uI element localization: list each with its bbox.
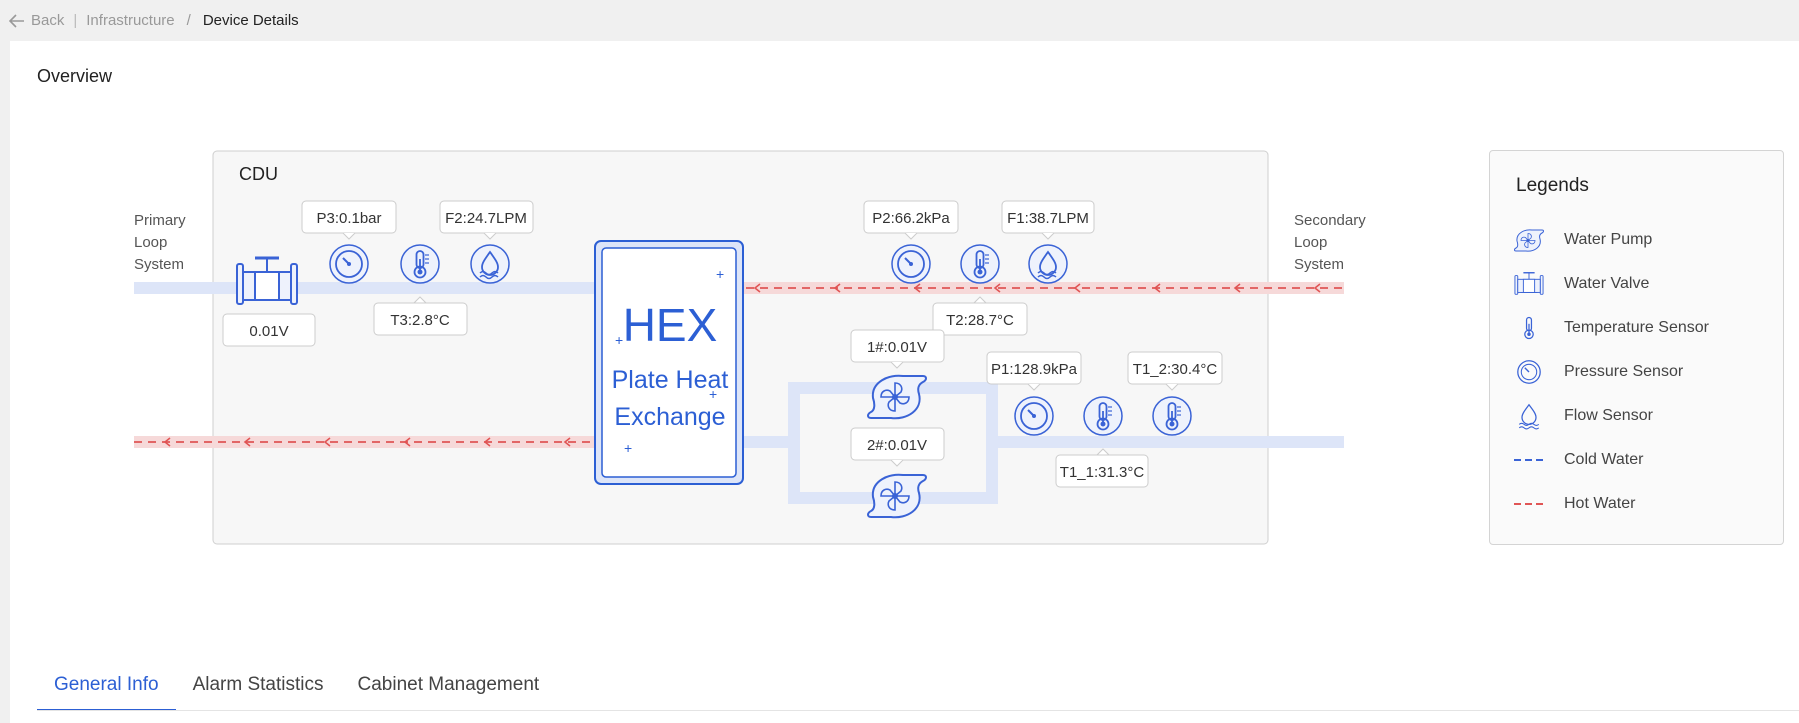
t2-value: T2:28.7°C xyxy=(946,312,1014,329)
hex-title: HEX xyxy=(623,299,718,351)
plate-heat-exchanger[interactable]: HEX Plate Heat Exchange + + + + xyxy=(594,240,744,485)
cold-water-line-icon xyxy=(1514,459,1544,461)
tab-general-info[interactable]: General Info xyxy=(37,665,176,711)
breadcrumb-divider: | xyxy=(73,12,78,29)
tab-bar: General Info Alarm Statistics Cabinet Ma… xyxy=(37,665,556,711)
cdu-diagram: CDU Primary Loop System Secondary Loop S… xyxy=(134,150,1370,545)
svg-text:+: + xyxy=(709,386,717,402)
t1-1-value: T1_1:31.3°C xyxy=(1060,464,1145,481)
pump2-value: 2#:0.01V xyxy=(867,437,927,454)
water-valve-icon xyxy=(1514,272,1544,296)
breadcrumb-slash: / xyxy=(186,12,191,29)
t3-tag: T3:2.8°C xyxy=(373,296,468,336)
t1-2-tag: T1_2:30.4°C xyxy=(1127,351,1223,391)
svg-text:+: + xyxy=(615,332,623,348)
f2-value: F2:24.7LPM xyxy=(445,210,527,227)
top-breadcrumb-bar: Back | Infrastructure / Device Details xyxy=(0,0,1799,41)
legend-item-water-valve: Water Valve xyxy=(1513,269,1649,299)
pump1-value: 1#:0.01V xyxy=(867,339,927,356)
legend-item-water-pump: Water Pump xyxy=(1513,225,1652,255)
p1-value: P1:128.9kPa xyxy=(991,361,1078,378)
p3-value: P3:0.1bar xyxy=(316,210,381,227)
t1-2-value: T1_2:30.4°C xyxy=(1133,361,1218,378)
device-details-card: Overview CDU Primary Loop System Seconda… xyxy=(10,41,1799,723)
temperature-sensor-t3-icon[interactable] xyxy=(400,244,440,284)
temperature-sensor-t2-icon[interactable] xyxy=(960,244,1000,284)
secondary-loop-label: Secondary Loop System xyxy=(1294,212,1370,273)
back-button[interactable]: Back xyxy=(9,12,64,29)
p1-tag: P1:128.9kPa xyxy=(986,351,1082,391)
tab-alarm-statistics[interactable]: Alarm Statistics xyxy=(176,665,341,709)
primary-loop-label: Primary Loop System xyxy=(134,212,190,273)
cdu-label: CDU xyxy=(239,164,278,184)
hot-water-line-icon xyxy=(1514,503,1544,505)
f1-value: F1:38.7LPM xyxy=(1007,210,1089,227)
valve-value: 0.01V xyxy=(249,323,288,340)
back-label: Back xyxy=(31,12,65,29)
p2-tag: P2:66.2kPa xyxy=(863,200,959,240)
pressure-sensor-p2-icon[interactable] xyxy=(891,244,931,284)
valve-value-tag: 0.01V xyxy=(222,313,316,347)
tab-cabinet-management[interactable]: Cabinet Management xyxy=(341,665,557,709)
flow-sensor-f1-icon[interactable] xyxy=(1028,244,1068,284)
legend-item-pressure-sensor: Pressure Sensor xyxy=(1513,357,1683,387)
t2-tag: T2:28.7°C xyxy=(932,296,1028,336)
water-pump-icon xyxy=(1514,229,1544,252)
legend-item-cold-water: Cold Water xyxy=(1513,445,1643,475)
pressure-sensor-p1-icon[interactable] xyxy=(1014,396,1054,436)
gauge-icon xyxy=(1517,360,1541,384)
pump2-tag: 2#:0.01V xyxy=(850,427,945,467)
primary-supply-pipe xyxy=(134,282,594,294)
f1-tag: F1:38.7LPM xyxy=(1001,200,1095,240)
tabs-divider xyxy=(37,710,1799,711)
legend-item-hot-water: Hot Water xyxy=(1513,489,1635,519)
hex-line2: Exchange xyxy=(614,403,725,431)
breadcrumb-current: Device Details xyxy=(202,12,299,29)
p2-value: P2:66.2kPa xyxy=(872,210,950,227)
pressure-sensor-p3-icon[interactable] xyxy=(329,244,369,284)
t3-value: T3:2.8°C xyxy=(390,312,450,329)
breadcrumb-infrastructure[interactable]: Infrastructure xyxy=(86,12,174,29)
arrow-left-icon xyxy=(9,13,24,28)
legend-panel: Legends Water Pump Water Valve Temperatu… xyxy=(1489,150,1784,545)
svg-text:+: + xyxy=(716,266,724,282)
flow-sensor-f2-icon[interactable] xyxy=(470,244,510,284)
legend-item-temperature-sensor: Temperature Sensor xyxy=(1513,313,1709,343)
temperature-sensor-t1-1-icon[interactable] xyxy=(1083,396,1123,436)
temperature-sensor-t1-2-icon[interactable] xyxy=(1152,396,1192,436)
p3-tag: P3:0.1bar xyxy=(301,200,397,240)
t1-1-tag: T1_1:31.3°C xyxy=(1055,448,1149,488)
legend-title: Legends xyxy=(1516,175,1589,196)
legend-item-flow-sensor: Flow Sensor xyxy=(1513,401,1653,431)
pump1-tag: 1#:0.01V xyxy=(850,329,945,369)
thermometer-icon xyxy=(1524,316,1534,340)
f2-tag: F2:24.7LPM xyxy=(439,200,534,240)
water-drop-icon xyxy=(1518,403,1540,430)
svg-text:+: + xyxy=(624,440,632,456)
